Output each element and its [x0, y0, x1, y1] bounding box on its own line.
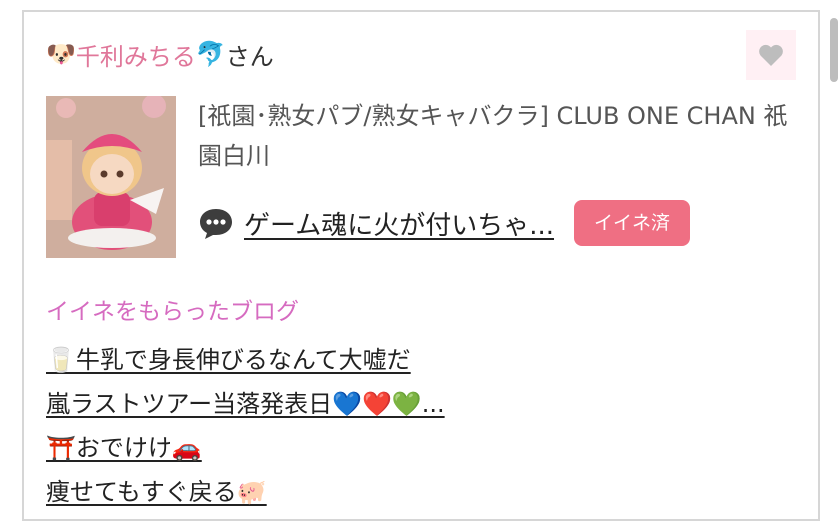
doll-figure-picture [46, 96, 176, 258]
blog-link[interactable]: 痩せてもすぐ戻る🐖 [46, 472, 267, 507]
liked-blogs-heading: イイネをもらったブログ [46, 299, 299, 325]
heart-icon [759, 44, 783, 66]
list-item: ⛩️おでけけ🚗 [46, 423, 445, 467]
user-row[interactable]: 🐶 千利みちる 🐬 さん [46, 34, 274, 74]
latest-post-link[interactable]: ゲーム魂に火が付いちゃ... [244, 205, 554, 242]
list-item: 痩せてもすぐ戻る🐖 [46, 467, 445, 511]
honorific-suffix: さん [225, 42, 274, 71]
scrollbar[interactable] [830, 18, 838, 82]
user-name[interactable]: 千利みちる [76, 37, 196, 72]
latest-post-row: ゲーム魂に火が付いちゃ... イイネ済 [198, 200, 691, 246]
blog-link[interactable]: 🥛牛乳で身長伸びるなんて大嘘だ [46, 340, 411, 375]
speech-bubble-icon [200, 209, 232, 239]
blog-link[interactable]: ⛩️おでけけ🚗 [46, 428, 202, 463]
dog-emoji-icon: 🐶 [46, 40, 76, 68]
blog-link[interactable]: 嵐ラストツアー当落発表日💙❤️💚... [46, 384, 445, 419]
liked-status-button[interactable]: イイネ済 [574, 200, 691, 246]
blog-like-card: 🐶 千利みちる 🐬 さん [祇園･熟女パブ/熟女キャバクラ] CLUB ONE … [22, 10, 820, 521]
like-heart-button[interactable] [746, 30, 796, 80]
shop-name[interactable]: [祇園･熟女パブ/熟女キャバクラ] CLUB ONE CHAN 祇園白川 [198, 96, 808, 176]
list-item: 嵐ラストツアー当落発表日💙❤️💚... [46, 379, 445, 423]
liked-blogs-list: 🥛牛乳で身長伸びるなんて大嘘だ 嵐ラストツアー当落発表日💙❤️💚... ⛩️おで… [46, 335, 445, 511]
dolphin-emoji-icon: 🐬 [195, 40, 226, 68]
list-item: 🥛牛乳で身長伸びるなんて大嘘だ [46, 335, 445, 379]
shop-thumbnail-image[interactable] [46, 96, 176, 258]
